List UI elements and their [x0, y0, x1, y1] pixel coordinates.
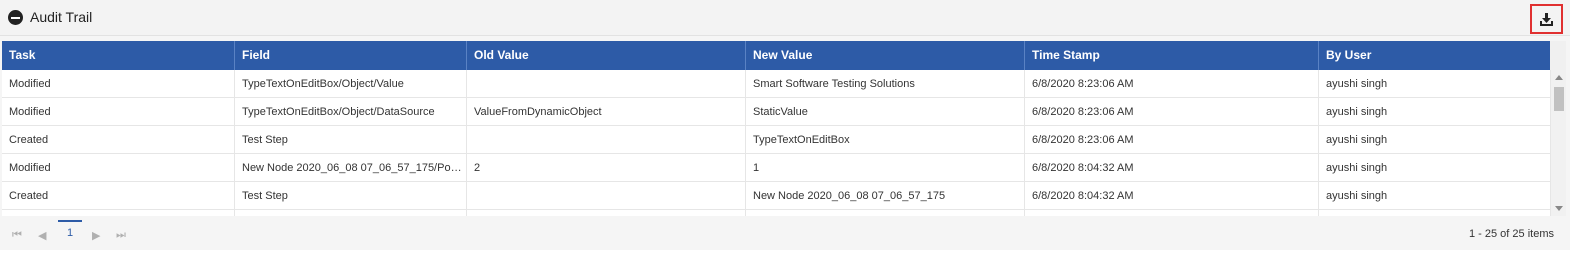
table-row[interactable]: Created Test Step New Node 2020_06_08 07…: [2, 182, 1550, 210]
column-header-by-user[interactable]: By User: [1319, 41, 1550, 70]
column-header-new-value[interactable]: New Value: [746, 41, 1025, 70]
table-row[interactable]: Modified TypeTextOnEditBox/Object/Value …: [2, 70, 1550, 98]
panel-header: Audit Trail: [0, 0, 1570, 36]
cell-time-stamp: 6/8/2020 8:23:06 AM: [1025, 98, 1319, 126]
cell-by-user: [1319, 210, 1550, 216]
cell-time-stamp: 6/8/2020 8:04:32 AM: [1025, 182, 1319, 210]
cell-old-value: [467, 210, 746, 216]
header-corner: [1550, 41, 1566, 70]
audit-trail-panel: Audit Trail Task Field Old Value New Val…: [0, 0, 1570, 250]
cell-new-value: TypeTextOnEditBox: [746, 126, 1025, 154]
export-button[interactable]: [1530, 4, 1563, 34]
panel-title: Audit Trail: [30, 9, 93, 25]
table-row[interactable]: Modified TypeTextOnEditBox/Object/DataSo…: [2, 98, 1550, 126]
cell-by-user: ayushi singh: [1326, 162, 1388, 174]
cell-task: Modified: [2, 70, 235, 98]
pager: ⏮ ◀ 1 ▶ ⏭ 1 - 25 of 25 items: [2, 218, 1566, 248]
cell-old-value: [467, 70, 746, 98]
cell-new-value: StaticValue: [746, 98, 1025, 126]
cell-field: Test Step: [235, 126, 467, 154]
vertical-scrollbar[interactable]: [1550, 70, 1566, 216]
cell-field: TypeTextOnEditBox/Object/DataSource: [235, 98, 467, 126]
cell-time-stamp: 6/8/2020 8:23:06 AM: [1025, 126, 1319, 154]
table-row[interactable]: Created Test Step TypeTextOnEditBox 6/8/…: [2, 126, 1550, 154]
download-icon: [1540, 13, 1553, 26]
cell-time-stamp: 6/8/2020 8:23:06 AM: [1025, 70, 1319, 98]
column-header-field[interactable]: Field: [235, 41, 467, 70]
cell-new-value: Smart Software Testing Solutions: [746, 70, 1025, 98]
cell-new-value: New Node 2020_06_08 07_06_57_175: [746, 182, 1025, 210]
scroll-thumb[interactable]: [1554, 87, 1564, 111]
cell-new-value: 1: [746, 154, 1025, 182]
cell-field: Test Step: [235, 182, 467, 210]
cell-task: Modified: [2, 98, 235, 126]
cell-by-user: ayushi singh: [1326, 190, 1388, 202]
scroll-up-arrow-icon[interactable]: [1555, 75, 1563, 80]
next-page-icon[interactable]: ▶: [92, 229, 100, 242]
cell-old-value: [467, 126, 746, 154]
cell-task: Modified: [2, 154, 235, 182]
cell-by-user: ayushi singh: [1326, 78, 1388, 90]
column-header-old-value[interactable]: Old Value: [467, 41, 746, 70]
cell-old-value: 2: [467, 154, 746, 182]
table-row[interactable]: Modified New Node 2020_06_08 07_06_57_17…: [2, 154, 1550, 182]
cell-task: Created: [2, 182, 235, 210]
cell-by-user: ayushi singh: [1326, 134, 1388, 146]
audit-grid: Task Field Old Value New Value Time Stam…: [2, 41, 1566, 216]
last-page-icon[interactable]: ⏭: [116, 229, 126, 242]
minus-circle-icon[interactable]: [8, 10, 23, 25]
cell-field: New Node 2020_06_08 07_06_57_175/Positi.…: [235, 154, 467, 182]
column-header-time-stamp[interactable]: Time Stamp: [1025, 41, 1319, 70]
cell-task: [2, 210, 235, 216]
prev-page-icon[interactable]: ◀: [38, 229, 46, 242]
cell-time-stamp: 6/8/2020 8:04:32 AM: [1025, 154, 1319, 182]
cell-time-stamp: [1025, 210, 1319, 216]
page-number-current[interactable]: 1: [58, 220, 82, 246]
cell-task: Created: [2, 126, 235, 154]
cell-field: TypeTextOnEditBox/Object/Value: [235, 70, 467, 98]
table-row[interactable]: [2, 210, 1550, 216]
cell-old-value: [467, 182, 746, 210]
cell-field: [235, 210, 467, 216]
scroll-down-arrow-icon[interactable]: [1555, 206, 1563, 211]
cell-old-value: ValueFromDynamicObject: [467, 98, 746, 126]
first-page-icon[interactable]: ⏮: [12, 229, 22, 242]
grid-header: Task Field Old Value New Value Time Stam…: [2, 41, 1550, 70]
pager-info: 1 - 25 of 25 items: [1469, 228, 1554, 240]
cell-by-user: ayushi singh: [1326, 106, 1388, 118]
column-header-task[interactable]: Task: [2, 41, 235, 70]
cell-new-value: [746, 210, 1025, 216]
